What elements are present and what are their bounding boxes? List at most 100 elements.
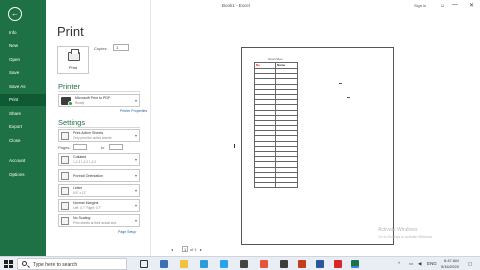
printer-name: Microsoft Print to PDF — [75, 96, 111, 100]
app-icon[interactable] — [280, 260, 288, 268]
back-arrow-icon[interactable]: ← — [8, 7, 22, 21]
print-button[interactable]: Print — [57, 46, 89, 74]
nav-item-save-as[interactable]: Save As — [0, 81, 46, 93]
page-title: Print — [57, 24, 84, 39]
nav-item-info[interactable]: Info — [0, 27, 46, 39]
next-page-icon[interactable]: ▸ — [200, 247, 202, 252]
margins-dropdown[interactable]: Normal Margins Left: 0.7" Right: 0.7" ▾ — [58, 199, 140, 212]
ready-status-icon — [68, 101, 73, 106]
powerpoint-icon[interactable] — [298, 260, 306, 268]
pages-label: Pages: — [58, 145, 71, 150]
pages-to-label: to — [101, 145, 105, 150]
preview-divider — [150, 0, 151, 256]
paper-sub: 8.5" x 11" — [73, 191, 87, 195]
divider — [58, 127, 140, 128]
collate-sub: 1,2,3 1,2,3 1,2,3 — [73, 160, 97, 164]
chevron-down-icon: ▾ — [134, 203, 137, 208]
search-placeholder: Type here to search — [33, 262, 78, 268]
orientation-dropdown[interactable]: Portrait Orientation ▾ — [58, 169, 140, 182]
scope-main: Print Active Sheets — [73, 131, 104, 135]
printer-status: Ready — [75, 101, 85, 105]
page-setup-link[interactable]: Page Setup — [118, 230, 136, 234]
word-icon[interactable] — [316, 260, 324, 268]
printer-properties-link[interactable]: Printer Properties — [120, 109, 147, 113]
print-scope-dropdown[interactable]: Print Active Sheets Only print the activ… — [58, 129, 140, 142]
chevron-down-icon: ▾ — [134, 218, 137, 223]
nav-item-share[interactable]: Share — [0, 108, 46, 120]
activate-windows-title: Activate Windows — [378, 227, 418, 233]
printer-dropdown[interactable]: Microsoft Print to PDF Ready ▾ — [58, 94, 140, 107]
nav-item-options[interactable]: Options — [0, 169, 46, 181]
nav-item-close[interactable]: Close — [0, 135, 46, 147]
margins-sub: Left: 0.7" Right: 0.7" — [73, 206, 102, 210]
smiley-icon[interactable]: ☺ — [440, 3, 445, 9]
nav-item-save[interactable]: Save — [0, 67, 46, 79]
orientation-main: Portrait Orientation — [73, 174, 104, 178]
nav-item-account[interactable]: Account — [0, 155, 46, 167]
sheet-title: Result Sheet — [268, 58, 283, 61]
sheet-icon — [61, 132, 69, 140]
chevron-down-icon: ▾ — [134, 173, 137, 178]
margins-icon — [61, 202, 69, 210]
chevron-down-icon: ▾ — [134, 157, 137, 162]
task-view-icon[interactable] — [140, 260, 148, 268]
scaling-icon — [61, 217, 69, 225]
network-icon[interactable]: ▭ — [409, 261, 413, 267]
edge-icon[interactable] — [200, 260, 208, 268]
nav-item-print[interactable]: Print — [0, 94, 46, 106]
margins-main: Normal Margins — [73, 201, 99, 205]
scaling-main: No Scaling — [73, 216, 91, 220]
printer-heading: Printer — [58, 82, 81, 91]
tray-chevron-icon[interactable]: ^ — [398, 261, 400, 266]
pdf-icon[interactable] — [334, 260, 342, 268]
preview-table: No Name — [254, 62, 298, 189]
prev-page-icon[interactable]: ◂ — [171, 247, 173, 252]
copies-label: Copies: — [94, 46, 108, 51]
excel-icon[interactable] — [351, 260, 359, 268]
app-icon[interactable] — [240, 260, 248, 268]
scope-sub: Only print the active sheets — [73, 136, 112, 140]
collate-dropdown[interactable]: Collated 1,2,3 1,2,3 1,2,3 ▾ — [58, 153, 140, 166]
activate-windows-sub: Go to Settings to activate Windows. — [378, 235, 434, 239]
cursor-mark — [347, 97, 350, 98]
pages-from-input[interactable] — [73, 144, 87, 150]
browser-icon[interactable] — [160, 260, 168, 268]
chevron-down-icon: ▾ — [134, 188, 137, 193]
scaling-dropdown[interactable]: No Scaling Print sheets at their actual … — [58, 214, 140, 227]
minimize-button[interactable]: — — [452, 2, 458, 8]
sign-in-link[interactable]: Sign in — [414, 3, 426, 8]
language-indicator[interactable]: ENG — [427, 261, 437, 266]
mouse-cursor-icon — [234, 144, 237, 148]
nav-item-open[interactable]: Open — [0, 54, 46, 66]
taskbar: Type here to search ^ ▭ ◀ ENG 6:47 AM 5/… — [0, 256, 480, 270]
page-count: of 1 — [190, 247, 197, 252]
taskbar-search[interactable]: Type here to search — [17, 258, 127, 270]
volume-icon[interactable]: ◀ — [418, 261, 421, 267]
copies-input[interactable]: 1 — [113, 44, 129, 51]
page-number-input[interactable]: 1 — [182, 246, 188, 252]
chrome-icon[interactable] — [260, 260, 268, 268]
paper-size-dropdown[interactable]: Letter 8.5" x 11" ▾ — [58, 184, 140, 197]
nav-item-export[interactable]: Export — [0, 121, 46, 133]
chevron-down-icon: ▾ — [134, 133, 137, 138]
paper-icon — [61, 187, 69, 195]
paper-main: Letter — [73, 186, 83, 190]
taskbar-date[interactable]: 5/16/2020 — [441, 264, 459, 269]
close-button[interactable]: ✕ — [469, 2, 474, 9]
taskbar-time[interactable]: 6:47 AM — [444, 258, 459, 263]
search-icon — [22, 261, 27, 266]
windows-start-icon[interactable] — [4, 260, 13, 268]
table-row — [254, 182, 298, 189]
cursor-mark — [339, 83, 342, 84]
portrait-icon — [61, 172, 69, 180]
notification-icon[interactable]: ▢ — [468, 261, 472, 267]
store-icon[interactable] — [220, 260, 228, 268]
nav-item-new[interactable]: New — [0, 40, 46, 52]
pages-to-input[interactable] — [109, 144, 123, 150]
file-explorer-icon[interactable] — [180, 260, 188, 268]
scaling-sub: Print sheets at their actual size — [73, 221, 117, 225]
backstage-nav: ← Info New Open Save Save As Print Share… — [0, 0, 46, 256]
chevron-down-icon: ▾ — [134, 98, 137, 103]
collate-main: Collated — [73, 155, 87, 159]
collate-icon — [61, 156, 69, 164]
